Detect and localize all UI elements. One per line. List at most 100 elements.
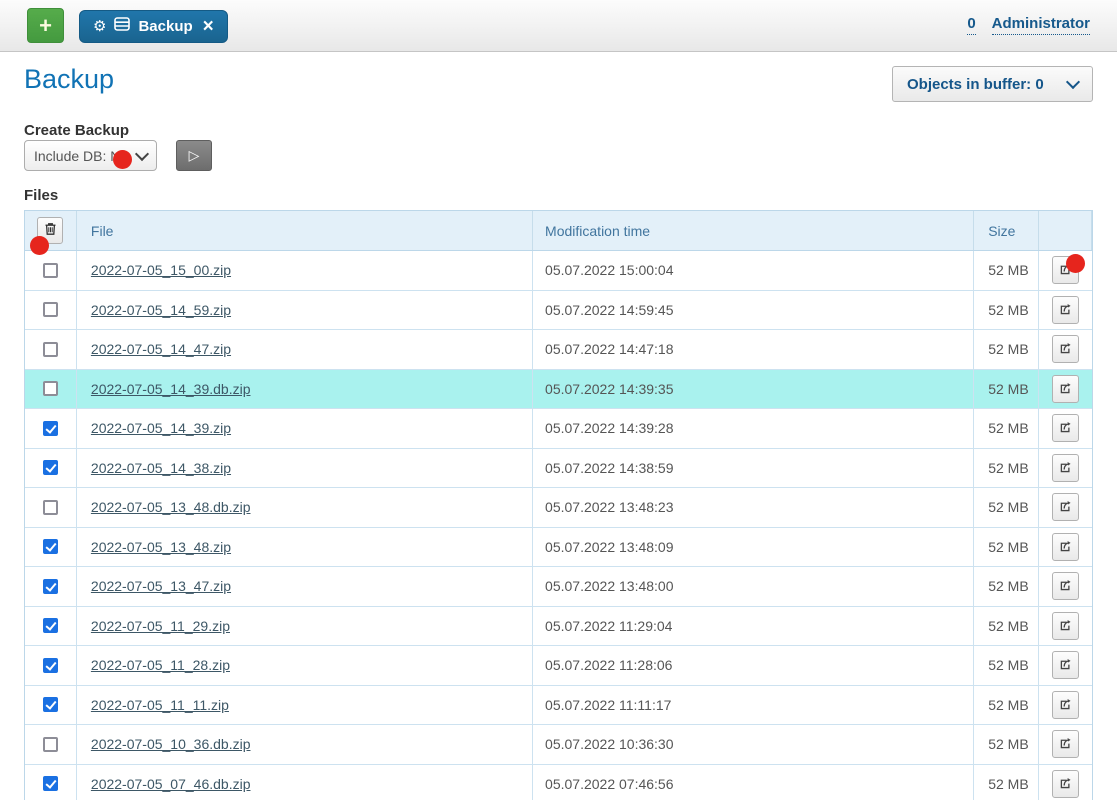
file-size: 52 MB (974, 725, 1039, 764)
gear-icon: ⚙ (93, 19, 106, 34)
column-header-actions (1039, 211, 1092, 250)
download-icon (1058, 656, 1073, 674)
table-row: 2022-07-05_13_48.zip 05.07.2022 13:48:09… (25, 528, 1092, 568)
column-header-size[interactable]: Size (974, 211, 1039, 250)
file-link[interactable]: 2022-07-05_13_48.db.zip (91, 499, 251, 515)
modification-time: 05.07.2022 15:00:04 (533, 251, 974, 290)
download-icon (1058, 419, 1073, 437)
top-bar: + ⚙ Backup × 0 Administrator (0, 0, 1117, 52)
download-button[interactable] (1052, 770, 1079, 798)
download-button[interactable] (1052, 296, 1079, 324)
row-checkbox[interactable] (43, 737, 58, 752)
file-link[interactable]: 2022-07-05_11_11.zip (91, 697, 229, 713)
download-icon (1058, 696, 1073, 714)
file-link[interactable]: 2022-07-05_07_46.db.zip (91, 776, 251, 792)
table-row: 2022-07-05_14_39.db.zip 05.07.2022 14:39… (25, 370, 1092, 410)
table-row: 2022-07-05_13_48.db.zip 05.07.2022 13:48… (25, 488, 1092, 528)
click-indicator-dot (30, 236, 49, 255)
user-name-link[interactable]: Administrator (992, 15, 1090, 35)
download-button[interactable] (1052, 454, 1079, 482)
download-button[interactable] (1052, 691, 1079, 719)
download-button[interactable] (1052, 335, 1079, 363)
table-row: 2022-07-05_15_00.zip 05.07.2022 15:00:04… (25, 251, 1092, 291)
run-backup-button[interactable]: ▷ (176, 140, 212, 171)
download-button[interactable] (1052, 414, 1079, 442)
table-header-row: File Modification time Size (25, 211, 1092, 251)
file-link[interactable]: 2022-07-05_14_59.zip (91, 302, 231, 318)
tab-label: Backup (138, 18, 192, 35)
table-row: 2022-07-05_13_47.zip 05.07.2022 13:48:00… (25, 567, 1092, 607)
download-icon (1058, 340, 1073, 358)
click-indicator-dot (113, 150, 132, 169)
file-size: 52 MB (974, 528, 1039, 567)
download-icon (1058, 301, 1073, 319)
include-db-select[interactable]: Include DB: No (24, 140, 157, 171)
download-button[interactable] (1052, 572, 1079, 600)
chevron-down-icon (1066, 75, 1080, 89)
download-icon (1058, 577, 1073, 595)
modification-time: 05.07.2022 14:39:35 (533, 370, 974, 409)
download-button[interactable] (1052, 730, 1079, 758)
add-tab-button[interactable]: + (27, 8, 64, 43)
file-size: 52 MB (974, 251, 1039, 290)
row-checkbox[interactable] (43, 658, 58, 673)
download-icon (1058, 617, 1073, 635)
file-link[interactable]: 2022-07-05_11_29.zip (91, 618, 230, 634)
chevron-down-icon (135, 146, 149, 160)
modification-time: 05.07.2022 10:36:30 (533, 725, 974, 764)
objects-in-buffer-dropdown[interactable]: Objects in buffer: 0 (892, 66, 1093, 102)
file-link[interactable]: 2022-07-05_15_00.zip (91, 262, 231, 278)
table-row: 2022-07-05_11_11.zip 05.07.2022 11:11:17… (25, 686, 1092, 726)
file-link[interactable]: 2022-07-05_11_28.zip (91, 657, 230, 673)
row-checkbox[interactable] (43, 381, 58, 396)
column-header-file[interactable]: File (77, 211, 533, 250)
file-link[interactable]: 2022-07-05_14_47.zip (91, 341, 231, 357)
file-size: 52 MB (974, 607, 1039, 646)
file-size: 52 MB (974, 686, 1039, 725)
row-checkbox[interactable] (43, 697, 58, 712)
row-checkbox[interactable] (43, 421, 58, 436)
row-checkbox[interactable] (43, 579, 58, 594)
file-link[interactable]: 2022-07-05_14_39.db.zip (91, 381, 251, 397)
row-checkbox[interactable] (43, 776, 58, 791)
create-backup-heading: Create Backup (24, 122, 129, 139)
table-row: 2022-07-05_11_28.zip 05.07.2022 11:28:06… (25, 646, 1092, 686)
row-checkbox[interactable] (43, 500, 58, 515)
file-link[interactable]: 2022-07-05_14_39.zip (91, 420, 231, 436)
file-link[interactable]: 2022-07-05_14_38.zip (91, 460, 231, 476)
download-button[interactable] (1052, 612, 1079, 640)
buffer-count-link[interactable]: 0 (967, 15, 975, 35)
download-button[interactable] (1052, 651, 1079, 679)
files-table: File Modification time Size 2022-07-05_1… (24, 210, 1093, 800)
file-link[interactable]: 2022-07-05_10_36.db.zip (91, 736, 251, 752)
row-checkbox[interactable] (43, 618, 58, 633)
row-checkbox[interactable] (43, 302, 58, 317)
download-icon (1058, 538, 1073, 556)
file-size: 52 MB (974, 370, 1039, 409)
file-link[interactable]: 2022-07-05_13_47.zip (91, 578, 231, 594)
file-link[interactable]: 2022-07-05_13_48.zip (91, 539, 231, 555)
modification-time: 05.07.2022 13:48:23 (533, 488, 974, 527)
tab-backup[interactable]: ⚙ Backup × (79, 10, 228, 43)
table-body: 2022-07-05_15_00.zip 05.07.2022 15:00:04… (25, 251, 1092, 800)
download-button[interactable] (1052, 256, 1079, 284)
row-checkbox[interactable] (43, 539, 58, 554)
download-icon (1058, 735, 1073, 753)
file-size: 52 MB (974, 765, 1039, 800)
download-button[interactable] (1052, 375, 1079, 403)
download-button[interactable] (1052, 533, 1079, 561)
modification-time: 05.07.2022 14:39:28 (533, 409, 974, 448)
row-checkbox[interactable] (43, 460, 58, 475)
page-title: Backup (24, 64, 114, 95)
download-icon (1058, 261, 1073, 279)
download-button[interactable] (1052, 493, 1079, 521)
file-size: 52 MB (974, 291, 1039, 330)
modification-time: 05.07.2022 07:46:56 (533, 765, 974, 800)
close-icon[interactable]: × (203, 17, 214, 36)
objects-in-buffer-label: Objects in buffer: 0 (907, 76, 1044, 93)
column-header-modification-time[interactable]: Modification time (533, 211, 974, 250)
row-checkbox[interactable] (43, 263, 58, 278)
table-row: 2022-07-05_10_36.db.zip 05.07.2022 10:36… (25, 725, 1092, 765)
row-checkbox[interactable] (43, 342, 58, 357)
table-row: 2022-07-05_07_46.db.zip 05.07.2022 07:46… (25, 765, 1092, 800)
